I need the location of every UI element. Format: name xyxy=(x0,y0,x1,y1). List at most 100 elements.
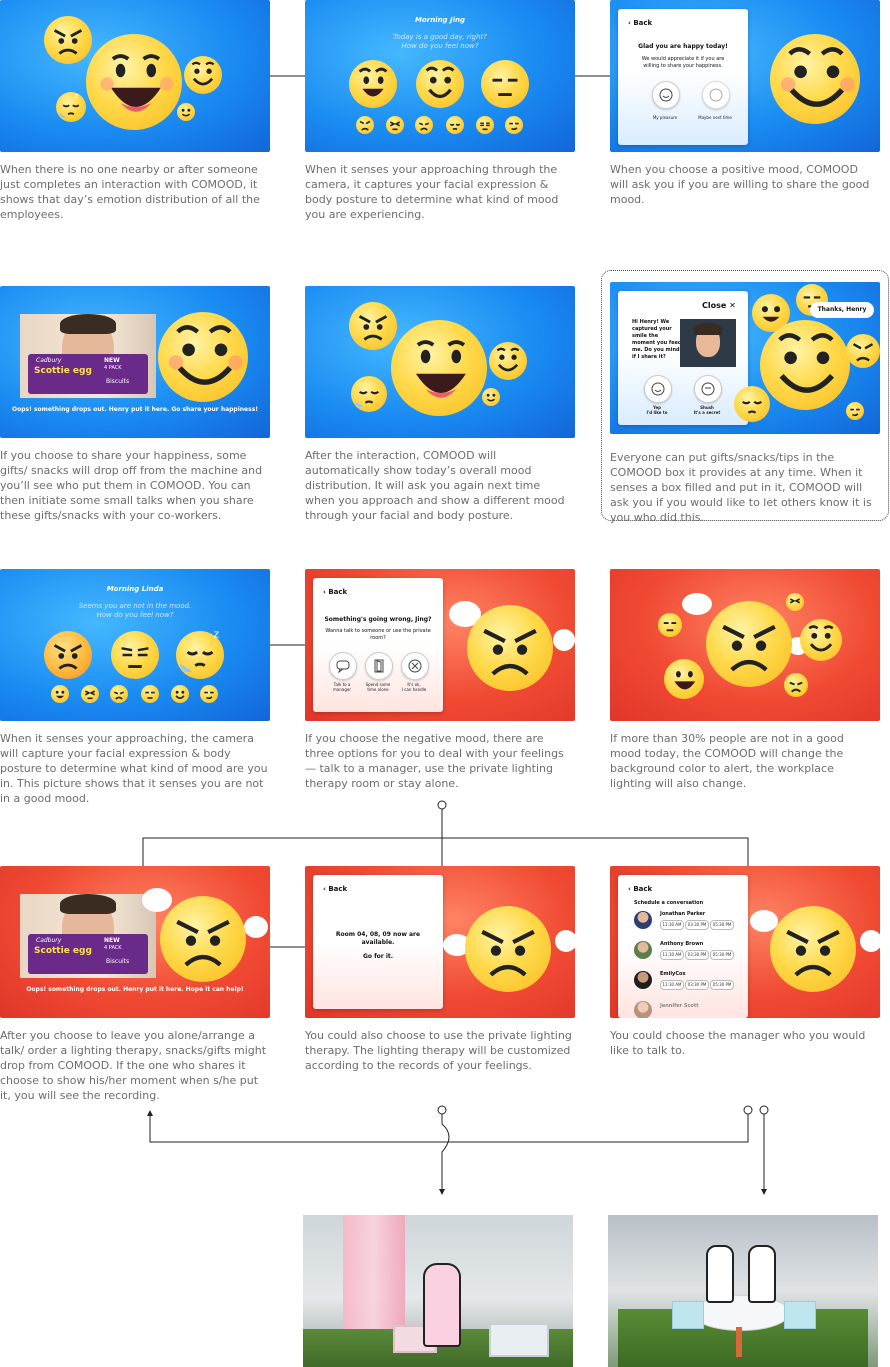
pleasure-option-label: My pleasure xyxy=(652,115,678,120)
snack-name: Scottie egg xyxy=(34,366,92,376)
pleasure-option-button[interactable] xyxy=(652,81,680,109)
time-slot-button[interactable]: 11:30 AM xyxy=(660,950,684,960)
talk-to-manager-button[interactable] xyxy=(329,652,357,680)
steam-puff-icon xyxy=(555,631,573,649)
big-smile-emoji xyxy=(770,34,860,124)
mood-option-angry-emoji[interactable] xyxy=(44,631,92,679)
spend-time-alone-button[interactable] xyxy=(365,652,393,680)
mood-option-neutral-emoji[interactable] xyxy=(481,60,529,108)
back-button[interactable]: ‹ Back xyxy=(323,588,347,596)
handle-it-button[interactable] xyxy=(401,652,429,680)
close-button[interactable]: Close ✕ xyxy=(702,301,736,310)
back-button[interactable]: ‹ Back xyxy=(323,885,347,893)
paper-figure xyxy=(706,1245,734,1303)
time-slot-button[interactable]: 03:30 PM xyxy=(685,920,709,930)
manager-avatar xyxy=(634,971,652,989)
dialog-body: Hi Henry! We captured your smile the mom… xyxy=(632,319,682,360)
neutral-emoji xyxy=(658,613,682,637)
henry-photo xyxy=(680,319,736,367)
mini-angry-emoji[interactable] xyxy=(356,116,374,134)
time-slot-button[interactable]: 05:30 PM xyxy=(710,920,734,930)
caption-7: When it senses your approaching, the cam… xyxy=(0,732,268,805)
caption-1: When there is no one nearby or after som… xyxy=(0,163,260,221)
big-angry-emoji xyxy=(706,601,792,687)
mini-sad-emoji[interactable] xyxy=(415,116,433,134)
steam-puff-icon xyxy=(246,918,266,936)
screen-lighting-therapy: ‹ Back Room 04, 08, 09 now are available… xyxy=(305,866,575,1018)
screen-gift-drop-negative: Cadbury Scottie egg NEW 4 PACK Biscuits … xyxy=(0,866,270,1018)
greeting-subtitle-1: Today is a good day, right? xyxy=(393,33,487,41)
mini-meh-emoji[interactable] xyxy=(476,116,494,134)
room-availability-line2: available. xyxy=(361,939,395,946)
dialog-body: Wanna talk to someone or use the private… xyxy=(325,628,431,641)
caption-9: If more than 30% people are not in a goo… xyxy=(610,732,844,790)
mini-tired-emoji[interactable] xyxy=(446,116,464,134)
big-smile-emoji xyxy=(158,312,248,402)
mini-smile-emoji[interactable] xyxy=(171,685,189,703)
manager-avatar xyxy=(634,911,652,929)
shush-option-button[interactable] xyxy=(694,375,722,403)
manager-avatar xyxy=(634,1001,652,1018)
snack-box: Cadbury Scottie egg NEW 4 PACK Biscuits xyxy=(28,354,148,394)
screen-share-happiness: ‹ Back Glad you are happy today! We woul… xyxy=(610,0,880,152)
smile-emoji xyxy=(489,342,527,380)
screen-share-moment: Close ✕ Hi Henry! We captured your smile… xyxy=(610,282,880,434)
mini-sad-emoji[interactable] xyxy=(110,685,128,703)
snack-badge-pack: 4 PACK xyxy=(104,365,122,371)
room-dialog: ‹ Back Room 04, 08, 09 now are available… xyxy=(313,875,443,1009)
mini-grin-emoji[interactable] xyxy=(51,685,69,703)
dialog-heading: Glad you are happy today! xyxy=(638,43,728,50)
recording-photo: Cadbury Scottie egg NEW 4 PACK Biscuits xyxy=(20,894,156,978)
mini-neutral-emoji[interactable] xyxy=(141,685,159,703)
laughing-emoji xyxy=(391,320,487,416)
negative-options-dialog: ‹ Back Something's going wrong, Jing? Wa… xyxy=(313,578,443,712)
time-slot-button[interactable]: 03:30 PM xyxy=(685,950,709,960)
snack-brand: Cadbury xyxy=(36,937,62,944)
mood-option-bored-emoji[interactable] xyxy=(111,631,159,679)
manager-name[interactable]: Jonathan Parker xyxy=(660,911,705,917)
big-angry-emoji xyxy=(467,605,553,691)
back-button[interactable]: ‹ Back xyxy=(628,19,652,27)
greeting-subtitle-2: How do you feel now? xyxy=(401,42,479,50)
manager-name[interactable]: Anthony Brown xyxy=(660,941,703,947)
caption-10: After you choose to leave you alone/arra… xyxy=(0,1029,267,1102)
time-slot-button[interactable]: 11:30 AM xyxy=(660,980,684,990)
time-slot-button[interactable]: 11:30 AM xyxy=(660,920,684,930)
mood-option-excited-emoji[interactable] xyxy=(349,60,397,108)
time-slot-button[interactable]: 05:30 PM xyxy=(710,950,734,960)
dialog-heading: Something's going wrong, Jing? xyxy=(324,616,432,623)
mood-option-sleepy-emoji[interactable]: z xyxy=(176,629,224,679)
go-for-it-text: Go for it. xyxy=(362,953,394,960)
greeting-title: Morning Jing xyxy=(414,16,466,24)
mini-squint-emoji[interactable] xyxy=(386,116,404,134)
recording-photo: Cadbury Scottie egg NEW 4 PACK Biscuits xyxy=(20,314,156,398)
time-slot-button[interactable]: 05:30 PM xyxy=(710,980,734,990)
maybe-later-option-button[interactable] xyxy=(702,81,730,109)
snack-badge-new: NEW xyxy=(104,357,120,364)
person-hair xyxy=(60,894,116,914)
back-button[interactable]: ‹ Back xyxy=(628,885,652,893)
handle-it-label: It's ok, I can handle xyxy=(401,682,427,692)
share-dialog: ‹ Back Glad you are happy today! We woul… xyxy=(618,9,748,145)
time-slot-button[interactable]: 03:30 PM xyxy=(685,980,709,990)
caption-2: When it senses your approaching through … xyxy=(305,163,559,221)
svg-text:z: z xyxy=(75,91,79,100)
steam-puff-icon xyxy=(557,932,575,950)
manager-name[interactable]: Jennifer Scott xyxy=(660,1003,699,1009)
big-angry-emoji xyxy=(770,906,856,992)
therapy-room-model-photo xyxy=(303,1215,573,1367)
person-hair xyxy=(60,314,116,334)
snack-name: Scottie egg xyxy=(34,946,92,956)
thanks-bubble: Thanks, Henry xyxy=(810,302,874,318)
yep-option-button[interactable] xyxy=(644,375,672,403)
mini-squint-emoji[interactable] xyxy=(81,685,99,703)
angry-emoji xyxy=(44,16,92,64)
laughing-emoji xyxy=(664,659,704,699)
small-grin-emoji xyxy=(482,388,500,406)
paper-figure xyxy=(748,1245,776,1303)
manager-name[interactable]: EmilyCox xyxy=(660,971,686,977)
mini-smirk-emoji[interactable] xyxy=(505,116,523,134)
mini-smirk-emoji[interactable] xyxy=(200,685,218,703)
mood-option-happy-emoji[interactable] xyxy=(416,60,464,108)
crying-emoji xyxy=(784,673,808,697)
